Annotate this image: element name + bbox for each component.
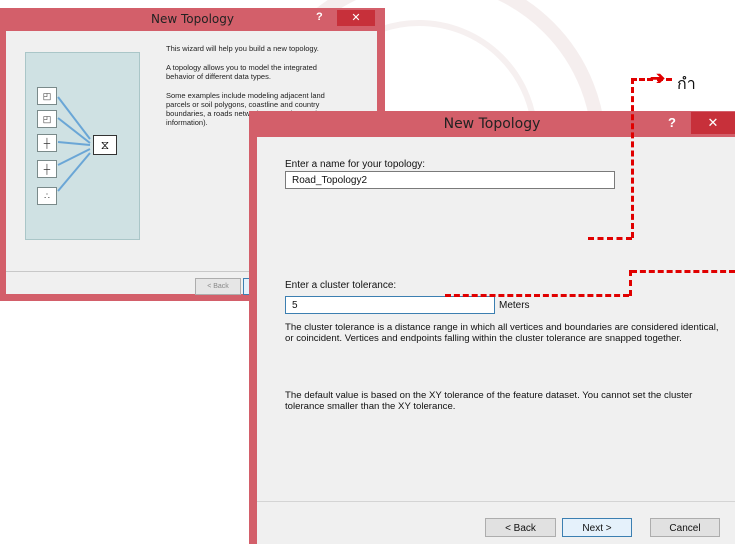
cancel-button[interactable]: Cancel (650, 518, 720, 537)
tolerance-label: Enter a cluster tolerance: (285, 280, 397, 291)
wizard-illustration: ◰ ◰ ┼ ┼ ∴ ⧖ (25, 52, 140, 240)
new-topology-dialog: New Topology ? ✕ Enter a name for your t… (249, 111, 735, 544)
next-button[interactable]: Next > (562, 518, 632, 537)
dialog-client: Enter a name for your topology: Road_Top… (257, 137, 735, 544)
close-button[interactable]: ✕ (337, 10, 375, 26)
annotation-line (631, 270, 735, 273)
polygon-icon: ◰ (37, 87, 57, 105)
dialog-title: New Topology (151, 12, 234, 26)
annotation-line (657, 78, 672, 81)
back-button[interactable]: < Back (485, 518, 556, 537)
arrows-icon (57, 96, 91, 192)
cluster-tolerance-input[interactable]: 5 (285, 296, 495, 314)
units-label: Meters (499, 300, 530, 311)
name-label: Enter a name for your topology: (285, 159, 426, 170)
annotation-text: กำ (677, 74, 696, 93)
back-button[interactable]: < Back (195, 278, 241, 295)
close-button[interactable]: ✕ (691, 112, 735, 134)
annotation-line (445, 294, 629, 297)
help-button[interactable]: ? (316, 11, 323, 23)
default-value-note: The default value is based on the XY tol… (285, 390, 693, 412)
help-button[interactable]: ? (668, 115, 676, 130)
line-icon: ┼ (37, 134, 57, 152)
tolerance-description: The cluster tolerance is a distance rang… (285, 322, 719, 344)
annotation-line (631, 78, 634, 238)
annotation-line (588, 237, 632, 240)
intro-paragraph: This wizard will help you build a new to… (166, 44, 319, 53)
topology-name-input[interactable]: Road_Topology2 (285, 171, 615, 189)
annotation-line (631, 78, 653, 81)
line-icon: ┼ (37, 160, 57, 178)
polygon-icon: ◰ (37, 110, 57, 128)
divider (257, 501, 735, 502)
point-icon: ∴ (37, 187, 57, 205)
intro-paragraph: A topology allows you to model the integ… (166, 63, 317, 81)
dialog-title: New Topology (443, 116, 541, 132)
topology-node-icon: ⧖ (93, 135, 117, 155)
annotation-line (629, 270, 632, 296)
